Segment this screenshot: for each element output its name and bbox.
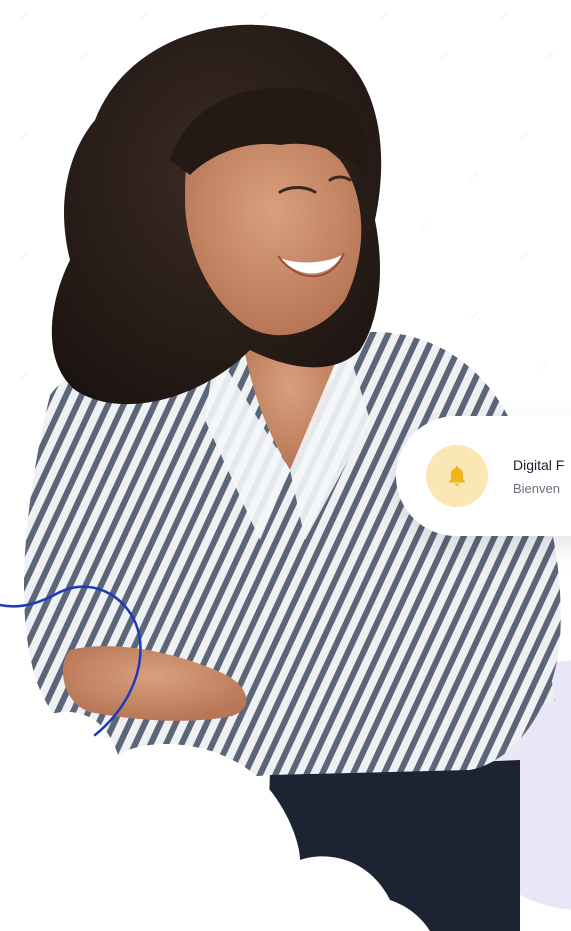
bell-badge: [426, 445, 488, 507]
notification-text: Digital F Bienven: [513, 457, 564, 496]
notification-subtitle: Bienven: [513, 480, 560, 496]
notification-title: Digital F: [513, 456, 565, 473]
notification-card[interactable]: Digital F Bienven: [396, 416, 571, 536]
hero-visual: Digital F Bienven: [0, 0, 571, 931]
bell-icon: [449, 466, 465, 486]
